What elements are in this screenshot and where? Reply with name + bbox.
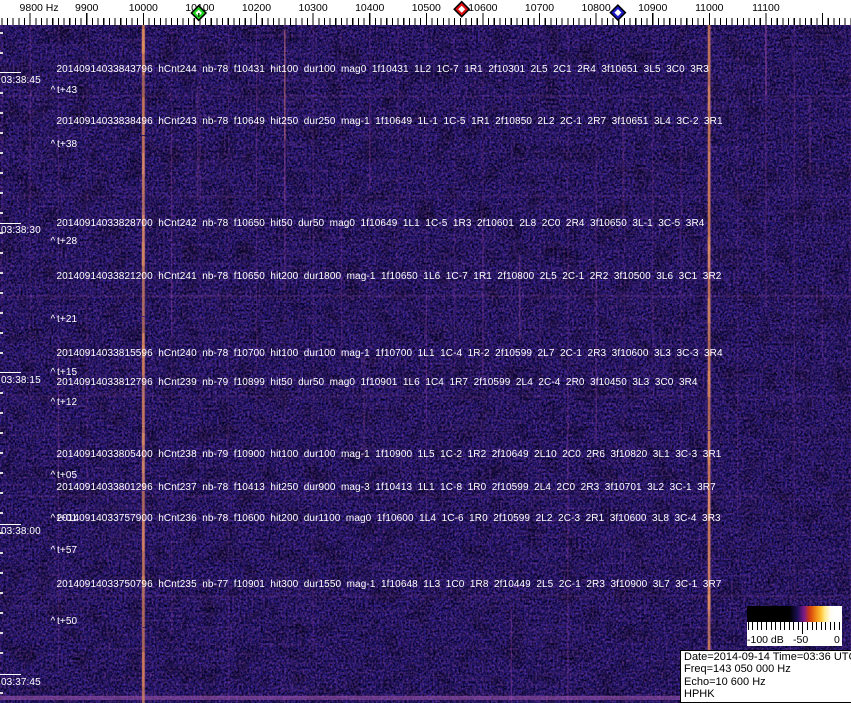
svg-text:9900: 9900 [75, 2, 99, 14]
svg-text:9800 Hz: 9800 Hz [20, 2, 59, 14]
svg-text:10700: 10700 [525, 2, 554, 14]
svg-text:10000: 10000 [129, 2, 158, 14]
svg-text:10800: 10800 [581, 2, 610, 14]
svg-text:10400: 10400 [355, 2, 384, 14]
svg-text:10900: 10900 [638, 2, 667, 14]
svg-text:11000: 11000 [695, 2, 724, 14]
svg-text:10200: 10200 [242, 2, 271, 14]
svg-text:10300: 10300 [298, 2, 327, 14]
svg-text:10600: 10600 [468, 2, 497, 14]
svg-text:10500: 10500 [412, 2, 441, 14]
svg-text:11100: 11100 [752, 2, 780, 14]
